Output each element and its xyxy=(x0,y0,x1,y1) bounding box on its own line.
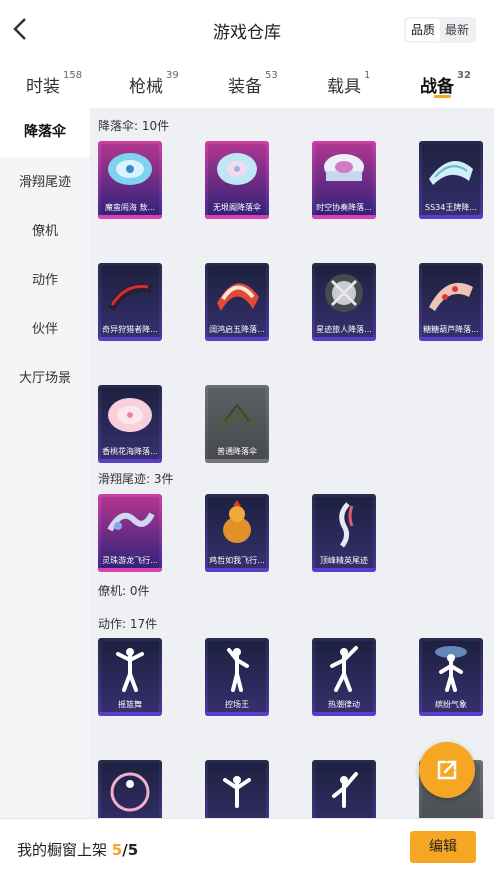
active-tab-indicator xyxy=(434,95,451,98)
item-grid: 降落伞: 10件 魔蛮闹海 敖... 无垠阁降落伞 时空协奏降落... SS34… xyxy=(90,108,494,818)
dancer-icon xyxy=(223,776,251,808)
tab-fashion[interactable]: 时装158 xyxy=(26,70,82,97)
sort-newest-option[interactable]: 最新 xyxy=(440,19,474,41)
item-name: 控场王 xyxy=(225,700,249,709)
item-card[interactable]: 阔鸿启五降落... xyxy=(205,263,269,341)
section-header-wingman: 僚机: 0件 xyxy=(98,584,150,598)
showcase-label: 我的橱窗上架 xyxy=(17,841,112,859)
top-bar: 游戏仓库 品质 最新 xyxy=(0,0,494,58)
item-name: 奇异狩猎者降... xyxy=(102,325,158,334)
item-card[interactable]: 控场王 xyxy=(205,638,269,716)
item-card[interactable]: 灵珠游龙飞行... xyxy=(98,494,162,572)
parachute-icon xyxy=(429,161,473,185)
item-card[interactable] xyxy=(205,760,269,818)
item-name: 香桃花海降落... xyxy=(102,447,158,456)
item-card[interactable]: 鸡哲如我飞行... xyxy=(205,494,269,572)
bottom-bar: 我的橱窗上架 5/5 编辑 xyxy=(0,818,494,875)
dancer-icon xyxy=(110,772,150,812)
showcase-current-count: 5 xyxy=(111,841,123,859)
item-name: 星迹旅人降落... xyxy=(316,325,372,334)
item-name: 鸡哲如我飞行... xyxy=(209,556,265,565)
parachute-icon xyxy=(217,153,257,185)
dancer-icon xyxy=(435,646,467,692)
section-header-parachute: 降落伞: 10件 xyxy=(98,119,170,133)
item-card[interactable]: 热潮律动 xyxy=(312,638,376,716)
sidebar: 降落伞 滑翔尾迹 僚机 动作 伙伴 大厅场景 xyxy=(0,108,90,818)
item-name: 普通降落伞 xyxy=(217,447,257,456)
item-name: 热潮律动 xyxy=(328,700,360,709)
item-name: 摇篮舞 xyxy=(118,700,142,709)
item-card[interactable]: 香桃花海降落... xyxy=(98,385,162,463)
item-card[interactable]: 普通降落伞 xyxy=(205,385,269,463)
dancer-icon xyxy=(330,646,358,692)
edit-button[interactable]: 编辑 xyxy=(410,831,476,863)
dragon-trail-icon xyxy=(107,512,155,532)
item-card[interactable]: 时空协奏降落... xyxy=(312,141,376,219)
item-card[interactable]: SS34王牌降... xyxy=(419,141,483,219)
parachute-icon xyxy=(325,274,363,312)
tab-guns[interactable]: 枪械39 xyxy=(129,70,179,97)
item-name: 时空协奏降落... xyxy=(316,203,372,212)
category-tabs: 时装158 枪械39 装备53 载具1 战备32 xyxy=(0,58,494,108)
item-card[interactable]: 奇异狩猎者降... xyxy=(98,263,162,341)
showcase-total-count: /5 xyxy=(122,841,139,859)
item-name: 灵珠游龙飞行... xyxy=(102,556,158,565)
sidebar-item-wingman[interactable]: 僚机 xyxy=(0,207,90,256)
parachute-icon xyxy=(429,282,473,311)
showcase-status: 我的橱窗上架 5/5 xyxy=(17,839,138,860)
share-button[interactable] xyxy=(419,742,475,798)
item-name: 糖糖葫芦降落... xyxy=(423,325,479,334)
item-name: 无垠阁降落伞 xyxy=(213,203,261,212)
item-card[interactable]: 魔蛮闹海 敖... xyxy=(98,141,162,219)
item-card[interactable]: 糖糖葫芦降落... xyxy=(419,263,483,341)
item-name: 魔蛮闹海 敖... xyxy=(104,203,156,212)
parachute-icon xyxy=(108,153,152,185)
section-header-trail: 滑翔尾迹: 3件 xyxy=(98,472,174,486)
sort-toggle[interactable]: 品质 最新 xyxy=(404,17,476,43)
dancer-icon xyxy=(227,648,249,692)
item-card[interactable]: 缤纷气象 xyxy=(419,638,483,716)
item-card[interactable]: 摇篮舞 xyxy=(98,638,162,716)
dancer-icon xyxy=(116,648,144,692)
share-external-icon xyxy=(437,760,457,780)
tab-equipment[interactable]: 装备53 xyxy=(228,70,278,97)
item-name: 缤纷气象 xyxy=(435,700,467,709)
sort-quality-option[interactable]: 品质 xyxy=(406,19,440,41)
tab-combat-supplies[interactable]: 战备32 xyxy=(420,70,471,97)
sidebar-item-emote[interactable]: 动作 xyxy=(0,256,90,305)
sidebar-item-glide-trail[interactable]: 滑翔尾迹 xyxy=(0,158,90,207)
sidebar-item-parachute[interactable]: 降落伞 xyxy=(0,108,90,157)
parachute-icon xyxy=(108,283,152,311)
item-card[interactable] xyxy=(98,760,162,818)
parachute-icon xyxy=(217,403,257,429)
item-name: 阔鸿启五降落... xyxy=(209,325,265,334)
item-card[interactable]: 无垠阁降落伞 xyxy=(205,141,269,219)
smoke-trail-icon xyxy=(339,502,354,548)
dancer-icon xyxy=(332,772,358,808)
chicken-trail-icon xyxy=(223,500,251,543)
sidebar-item-companion[interactable]: 伙伴 xyxy=(0,305,90,354)
item-card[interactable]: 星迹旅人降落... xyxy=(312,263,376,341)
item-name: SS34王牌降... xyxy=(425,203,477,212)
tab-vehicles[interactable]: 载具1 xyxy=(327,70,370,97)
section-header-emote: 动作: 17件 xyxy=(98,617,158,631)
item-card[interactable]: 顶峰精英尾迹 xyxy=(312,494,376,572)
parachute-icon xyxy=(108,398,152,432)
parachute-icon xyxy=(217,283,259,311)
item-name: 顶峰精英尾迹 xyxy=(320,556,368,565)
sidebar-item-lobby-scene[interactable]: 大厅场景 xyxy=(0,354,90,403)
item-card[interactable] xyxy=(312,760,376,818)
parachute-icon xyxy=(324,154,364,181)
